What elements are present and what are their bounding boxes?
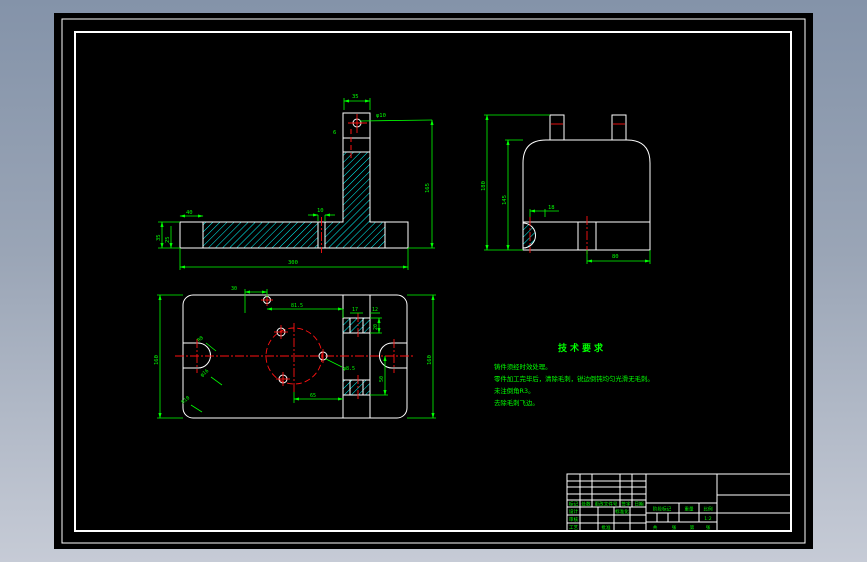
dim-fillet-a: R8 <box>196 335 204 343</box>
sheet-border <box>61 18 806 544</box>
dim-slot-dia: φ16 <box>199 368 210 378</box>
plan-view: 30 81.5 17 12 20 50 160 160 65 φ8.5 R8 φ… <box>154 286 436 419</box>
sheet-page-unit: 张 <box>706 524 711 531</box>
sheet-total-unit: 张 <box>672 524 677 531</box>
tech-requirements: 技术要求 铸件须经时效处理。 零件加工完毕后，清除毛刺，锐边倒钝均匀光滑无毛刺。… <box>494 342 654 407</box>
dim-tab-width: 35 <box>352 94 359 100</box>
dim-side-overall-height: 180 <box>481 181 487 191</box>
dim-plan-hole-label: φ8.5 <box>343 366 355 372</box>
title-block: 标记 处数 更改文件号 签字 日期 设计 标准化 审核 工艺 批准 阶段标记 重… <box>566 473 792 532</box>
dim-side-bottom: 80 <box>612 254 619 260</box>
dim-hole-offset: 30 <box>231 286 237 292</box>
dim-slot-a: 17 <box>352 307 358 313</box>
dim-hole-pitch: 81.5 <box>291 303 303 309</box>
revision-header-sign: 签字 <box>621 501 631 508</box>
revision-header-mark: 标记 <box>569 501 579 508</box>
dim-base-height-outer: 35 <box>156 234 162 241</box>
side-view: 180 145 18 80 <box>481 114 651 264</box>
dim-side-boss: 18 <box>548 205 555 211</box>
tech-requirement-line: 去除毛刺飞边。 <box>494 398 539 407</box>
dim-slot-width: 10 <box>317 208 324 214</box>
dim-base-height-inner: 25 <box>165 236 171 243</box>
dim-side-body-height: 145 <box>502 195 508 205</box>
dim-tab-side: 6 <box>333 130 336 136</box>
tech-requirement-line: 零件加工完毕后，清除毛刺，锐边倒钝均匀光滑无毛刺。 <box>494 374 654 383</box>
scale-label: 比例 <box>703 506 713 513</box>
dim-plan-height-right: 160 <box>427 355 433 365</box>
revision-header-date: 日期 <box>634 502 644 508</box>
dim-slot-b: 12 <box>372 307 378 313</box>
desktop-background: 35 φ10 6 165 35 25 40 10 300 180 145 18 … <box>0 0 867 562</box>
scale-value: 1:2 <box>704 516 711 522</box>
stage-label: 阶段标记 <box>653 506 672 513</box>
revision-header-docno: 更改文件号 <box>595 501 618 508</box>
dim-plan-height-left: 160 <box>154 355 160 365</box>
side-boss-section <box>522 222 536 249</box>
dim-lug-width: 40 <box>186 210 193 216</box>
sheet-total-label: 共 <box>653 524 658 531</box>
drawing-svg: 35 φ10 6 165 35 25 40 10 300 180 145 18 … <box>61 18 806 544</box>
weight-label: 重量 <box>684 506 694 513</box>
dim-center-to-col: 65 <box>310 393 316 399</box>
dim-fillet-b: R10 <box>180 395 191 405</box>
tech-requirement-line: 未注倒角R3。 <box>494 386 534 395</box>
sheet-page-label: 第 <box>690 524 695 531</box>
dim-hole-label: φ10 <box>376 113 386 119</box>
dim-overall-height: 165 <box>425 183 431 193</box>
role-standardize: 标准化 <box>615 508 629 515</box>
cad-canvas[interactable]: 35 φ10 6 165 35 25 40 10 300 180 145 18 … <box>54 13 813 549</box>
role-check: 审核 <box>569 516 579 523</box>
role-process: 工艺 <box>569 525 579 531</box>
front-section-view: 35 φ10 6 165 35 25 40 10 300 <box>156 94 435 270</box>
tech-requirements-title: 技术要求 <box>558 342 606 354</box>
role-approve: 批准 <box>601 524 611 531</box>
dim-overall-width: 300 <box>288 260 298 266</box>
tech-requirement-line: 铸件须经时效处理。 <box>494 362 552 371</box>
dim-col-span: 50 <box>379 376 385 382</box>
revision-header-count: 处数 <box>581 501 591 508</box>
dim-col-depth: 20 <box>373 324 379 330</box>
role-design: 设计 <box>569 508 579 515</box>
